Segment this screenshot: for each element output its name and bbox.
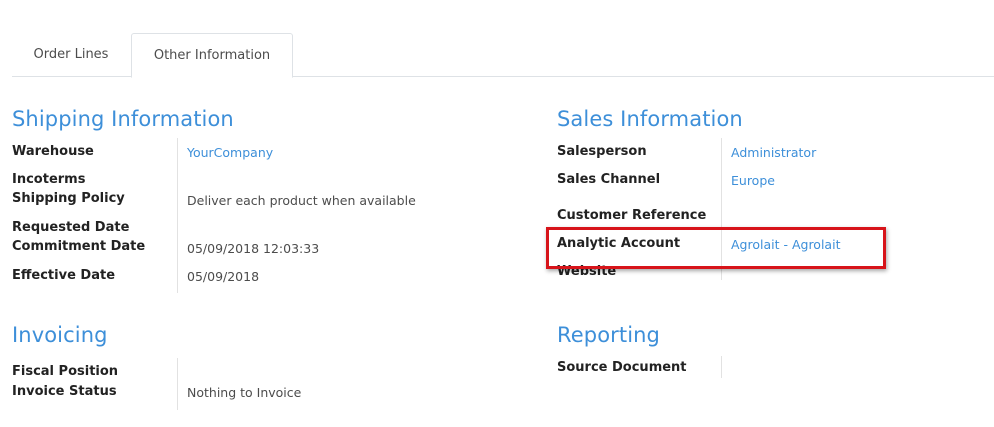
salesperson-value[interactable]: Administrator	[731, 145, 816, 160]
invoicing-divider	[177, 358, 178, 410]
invoicing-section-title: Invoicing	[12, 323, 108, 347]
commitment-date-label: Commitment Date	[12, 239, 146, 254]
sales-section-title: Sales Information	[557, 107, 743, 131]
tab-order-lines[interactable]: Order Lines	[12, 33, 130, 77]
requested-date-label: Requested Date	[12, 220, 130, 235]
reporting-divider	[721, 356, 722, 378]
fiscal-position-label: Fiscal Position	[12, 364, 119, 379]
warehouse-label: Warehouse	[12, 144, 94, 159]
invoice-status-value[interactable]: Nothing to Invoice	[187, 385, 301, 400]
website-label: Website	[557, 264, 617, 279]
warehouse-value[interactable]: YourCompany	[187, 145, 273, 160]
salesperson-label: Salesperson	[557, 144, 647, 159]
incoterms-label: Incoterms	[12, 172, 86, 187]
sales-divider	[721, 138, 722, 280]
notebook-tabs: Order Lines Other Information	[12, 33, 994, 78]
commitment-date-value[interactable]: 05/09/2018 12:03:33	[187, 241, 319, 256]
source-document-label: Source Document	[557, 360, 687, 375]
customer-reference-label: Customer Reference	[557, 208, 707, 223]
tab-other-information[interactable]: Other Information	[131, 33, 293, 78]
shipping-policy-value[interactable]: Deliver each product when available	[187, 193, 416, 208]
invoice-status-label: Invoice Status	[12, 384, 117, 399]
analytic-account-value[interactable]: Agrolait - Agrolait	[731, 237, 840, 252]
effective-date-label: Effective Date	[12, 268, 116, 283]
analytic-account-label: Analytic Account	[557, 236, 681, 251]
sales-channel-label: Sales Channel	[557, 172, 661, 187]
effective-date-value[interactable]: 05/09/2018	[187, 269, 259, 284]
shipping-policy-label: Shipping Policy	[12, 191, 125, 206]
reporting-section-title: Reporting	[557, 323, 660, 347]
shipping-section-title: Shipping Information	[12, 107, 234, 131]
shipping-divider	[177, 138, 178, 293]
sales-channel-value[interactable]: Europe	[731, 173, 775, 188]
